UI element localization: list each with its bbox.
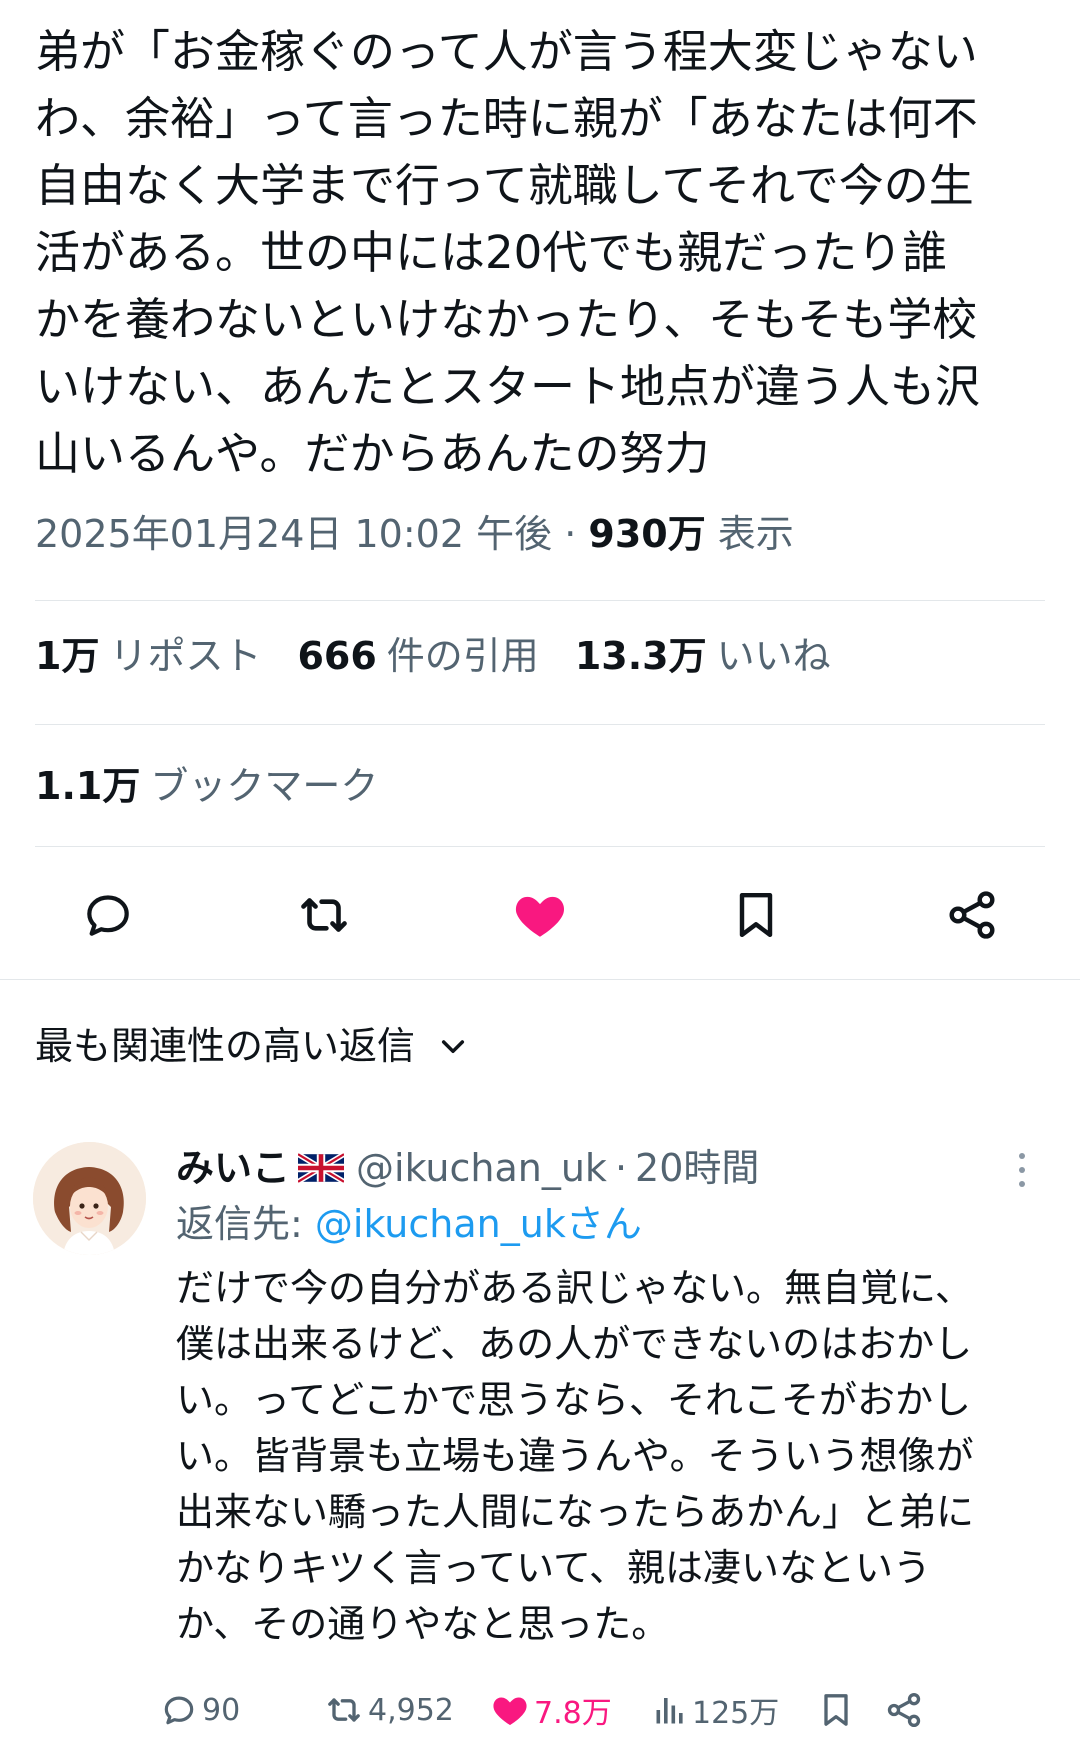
likes-count: 13.3万 <box>574 634 707 678</box>
divider <box>35 724 1045 725</box>
reply-to-line: 返信先: @ikuchan_ukさん <box>176 1196 642 1252</box>
likes-label: いいね <box>716 634 831 678</box>
replies-sort-dropdown[interactable]: 最も関連性の高い返信 <box>35 1018 469 1074</box>
share-button[interactable] <box>932 875 1012 955</box>
retweet-icon <box>301 898 347 932</box>
views-count-reply: 125万 <box>692 1696 780 1731</box>
like-count: 7.8万 <box>534 1696 612 1731</box>
reply-action-bar: 90 4,952 7.8万 125万 <box>0 1680 1080 1740</box>
reply-to-label: 返信先: <box>176 1202 303 1246</box>
bookmarks-count: 1.1万 <box>35 764 141 808</box>
reposts-count: 1万 <box>35 634 100 678</box>
views-label: 表示 <box>717 512 794 556</box>
reply-like-button[interactable]: 7.8万 <box>490 1680 612 1740</box>
chevron-down-icon <box>441 1040 465 1054</box>
tweet-timestamp[interactable]: 2025年01月24日 10:02 午後 <box>35 512 552 556</box>
heart-icon <box>515 896 565 937</box>
share-icon <box>949 891 995 939</box>
reply-text: だけで今の自分がある訳じゃない。無自覚に、 僕は出来るけど、あの人ができないのは… <box>176 1266 975 1646</box>
reply-display-name[interactable]: みいこ <box>176 1140 290 1196</box>
meta-separator: · <box>564 512 577 556</box>
replies-sort-label: 最も関連性の高い返信 <box>35 1024 416 1068</box>
tweet-meta: 2025年01月24日 10:02 午後 · 930万 表示 <box>35 506 794 562</box>
bookmarks-stat[interactable]: 1.1万 ブックマーク <box>35 758 378 814</box>
avatar[interactable] <box>33 1142 146 1255</box>
reply-views-button[interactable]: 125万 <box>652 1680 779 1740</box>
reply-bookmark-button[interactable] <box>816 1680 856 1740</box>
tweet-action-bar <box>0 875 1080 955</box>
quotes-stat[interactable]: 666 件の引用 <box>297 628 538 684</box>
like-button[interactable] <box>500 875 580 955</box>
uk-flag-icon <box>298 1153 345 1183</box>
reply-retweet-button[interactable]: 4,952 <box>324 1680 454 1740</box>
divider <box>35 846 1045 847</box>
reply-count: 90 <box>202 1692 241 1728</box>
reply-time[interactable]: 20時間 <box>635 1140 759 1196</box>
engagement-stats: 1万 リポスト 666 件の引用 13.3万 いいね <box>35 628 831 684</box>
bookmark-button[interactable] <box>716 875 796 955</box>
heart-icon <box>493 1697 527 1725</box>
reply-header: みいこ @ikuchan_uk · 20時間 <box>176 1140 759 1196</box>
quotes-label: 件の引用 <box>386 634 539 678</box>
more-options-icon[interactable] <box>1010 1150 1034 1190</box>
analytics-icon <box>656 1698 683 1724</box>
bookmarks-label: ブックマーク <box>150 764 379 808</box>
views-count: 930万 <box>588 512 706 556</box>
bookmark-icon <box>824 1694 848 1726</box>
section-divider <box>0 979 1080 980</box>
reply-icon <box>164 1696 194 1725</box>
retweet-button[interactable] <box>284 875 364 955</box>
reposts-label: リポスト <box>109 634 262 678</box>
reply-to-mention[interactable]: @ikuchan_ukさん <box>315 1202 642 1246</box>
divider <box>35 600 1045 601</box>
likes-stat[interactable]: 13.3万 いいね <box>575 628 831 684</box>
reply-handle[interactable]: @ikuchan_uk <box>356 1140 607 1196</box>
quotes-count: 666 <box>297 634 377 678</box>
bookmark-icon <box>739 892 773 938</box>
reply-share-button[interactable] <box>884 1680 924 1740</box>
retweet-count: 4,952 <box>368 1692 454 1728</box>
reply-separator: · <box>614 1146 628 1190</box>
retweet-icon <box>328 1698 360 1722</box>
tweet-text: 弟が「お金稼ぐのって人が言う程大変じゃない わ、余裕」って言った時に親が「あなた… <box>35 25 981 480</box>
share-icon <box>887 1692 921 1728</box>
reposts-stat[interactable]: 1万 リポスト <box>35 628 261 684</box>
reply-comment-button[interactable]: 90 <box>160 1680 240 1740</box>
reply-button[interactable] <box>68 875 148 955</box>
reply-icon <box>87 895 129 936</box>
